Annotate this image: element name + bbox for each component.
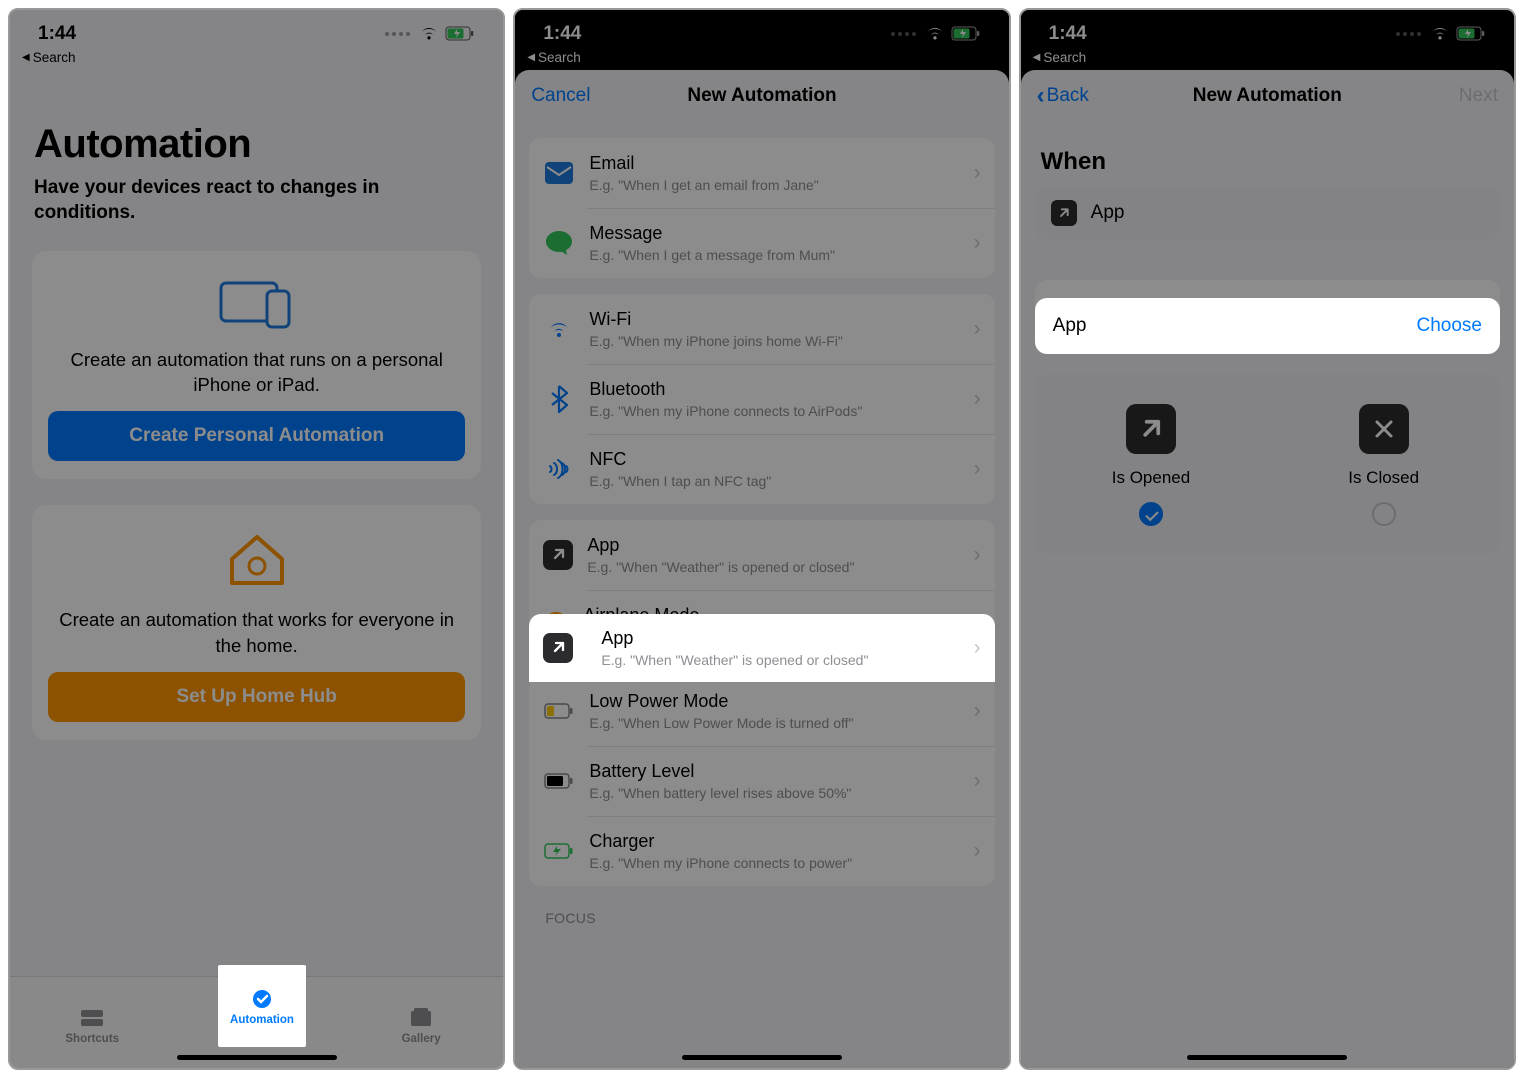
app-icon bbox=[543, 540, 573, 570]
breadcrumb-back[interactable]: Search bbox=[22, 50, 75, 65]
close-icon bbox=[1359, 404, 1409, 454]
tab-label: Gallery bbox=[402, 1033, 441, 1045]
breadcrumb-back[interactable]: Search bbox=[1033, 50, 1086, 65]
screenshot-new-automation-list: 1:44 Search Cancel New Automation EmailE… bbox=[513, 8, 1010, 1070]
tab-shortcuts[interactable]: Shortcuts bbox=[10, 977, 174, 1068]
radio-opened[interactable] bbox=[1139, 502, 1163, 526]
battery-icon bbox=[1456, 26, 1486, 41]
page-subtitle: Have your devices react to changes in co… bbox=[34, 175, 479, 225]
cancel-button[interactable]: Cancel bbox=[531, 85, 590, 107]
mail-icon bbox=[543, 157, 575, 189]
battery-icon bbox=[445, 26, 475, 41]
home-icon bbox=[48, 533, 465, 589]
status-right bbox=[1396, 26, 1486, 41]
chevron-right-icon: › bbox=[974, 699, 981, 723]
when-summary-row: App bbox=[1035, 186, 1500, 240]
app-choose-row-highlight[interactable]: App Choose bbox=[1035, 298, 1500, 354]
charger-icon bbox=[543, 835, 575, 867]
create-personal-automation-button[interactable]: Create Personal Automation bbox=[48, 411, 465, 461]
lowpower-icon bbox=[543, 695, 575, 727]
trigger-app-highlight[interactable]: AppE.g. "When "Weather" is opened or clo… bbox=[529, 614, 994, 682]
home-card-text: Create an automation that works for ever… bbox=[48, 607, 465, 671]
home-automation-card: Create an automation that works for ever… bbox=[32, 505, 481, 739]
back-button[interactable]: ‹Back bbox=[1037, 82, 1089, 110]
screenshot-app-trigger-config: 1:44 Search ‹Back New Automation Next Wh… bbox=[1019, 8, 1516, 1070]
trigger-wifi[interactable]: Wi-FiE.g. "When my iPhone joins home Wi-… bbox=[529, 294, 994, 364]
chevron-right-icon: › bbox=[974, 636, 981, 660]
tab-automation-highlight[interactable]: Automation bbox=[218, 965, 306, 1047]
trigger-app[interactable]: AppE.g. "When "Weather" is opened or clo… bbox=[529, 520, 994, 590]
mode-is-closed[interactable]: Is Closed bbox=[1267, 404, 1500, 526]
status-time: 1:44 bbox=[1049, 23, 1087, 45]
trigger-bluetooth[interactable]: BluetoothE.g. "When my iPhone connects t… bbox=[529, 364, 994, 434]
tab-label: Shortcuts bbox=[65, 1033, 119, 1045]
wifi-icon bbox=[419, 26, 439, 41]
devices-icon bbox=[48, 279, 465, 329]
chevron-right-icon: › bbox=[974, 839, 981, 863]
trigger-message[interactable]: MessageE.g. "When I get a message from M… bbox=[529, 208, 994, 278]
nfc-icon bbox=[543, 453, 575, 485]
sheet-title: New Automation bbox=[687, 85, 836, 107]
section-when: When bbox=[1041, 148, 1494, 176]
chevron-right-icon: › bbox=[974, 231, 981, 255]
chevron-right-icon: › bbox=[974, 317, 981, 341]
trigger-lowpower[interactable]: Low Power ModeE.g. "When Low Power Mode … bbox=[529, 676, 994, 746]
bluetooth-icon bbox=[543, 383, 575, 415]
screenshot-automation-tab: 1:44 Search Automation Have your devices… bbox=[8, 8, 505, 1070]
breadcrumb-back[interactable]: Search bbox=[527, 50, 580, 65]
status-time: 1:44 bbox=[38, 23, 76, 45]
mode-toggle-group: Is Opened Is Closed bbox=[1035, 374, 1500, 554]
battery-icon bbox=[951, 26, 981, 41]
wifi-icon bbox=[1430, 26, 1450, 41]
tab-gallery[interactable]: Gallery bbox=[339, 977, 503, 1068]
chevron-right-icon: › bbox=[974, 457, 981, 481]
page-title: Automation bbox=[34, 122, 479, 167]
trigger-battery[interactable]: Battery LevelE.g. "When battery level ri… bbox=[529, 746, 994, 816]
chevron-right-icon: › bbox=[974, 161, 981, 185]
chevron-right-icon: › bbox=[974, 543, 981, 567]
wifi-icon bbox=[543, 313, 575, 345]
trigger-nfc[interactable]: NFCE.g. "When I tap an NFC tag" › bbox=[529, 434, 994, 504]
chevron-right-icon: › bbox=[974, 387, 981, 411]
next-button: Next bbox=[1459, 85, 1498, 107]
sheet-title: New Automation bbox=[1193, 85, 1342, 107]
battery-icon bbox=[543, 765, 575, 797]
section-label-focus: FOCUS bbox=[545, 910, 1008, 926]
message-icon bbox=[543, 227, 575, 259]
radio-closed[interactable] bbox=[1372, 502, 1396, 526]
personal-automation-card: Create an automation that runs on a pers… bbox=[32, 251, 481, 479]
trigger-charger[interactable]: ChargerE.g. "When my iPhone connects to … bbox=[529, 816, 994, 886]
trigger-email[interactable]: EmailE.g. "When I get an email from Jane… bbox=[529, 138, 994, 208]
app-icon bbox=[1051, 200, 1077, 226]
wifi-icon bbox=[925, 26, 945, 41]
mode-is-opened[interactable]: Is Opened bbox=[1035, 404, 1268, 526]
app-icon bbox=[543, 633, 573, 663]
chevron-right-icon: › bbox=[974, 769, 981, 793]
status-time: 1:44 bbox=[543, 23, 581, 45]
status-right bbox=[891, 26, 981, 41]
open-icon bbox=[1126, 404, 1176, 454]
personal-card-text: Create an automation that runs on a pers… bbox=[48, 347, 465, 411]
setup-home-hub-button[interactable]: Set Up Home Hub bbox=[48, 672, 465, 722]
status-right bbox=[385, 26, 475, 41]
